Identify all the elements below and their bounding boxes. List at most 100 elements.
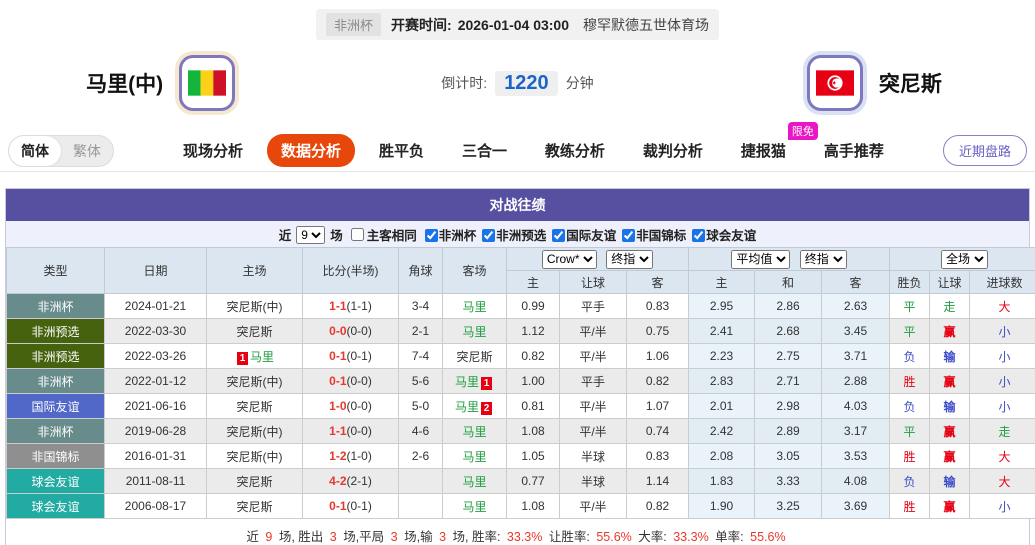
- summary-single-rate: 55.6%: [750, 530, 786, 544]
- halftime-score: (1-0): [346, 449, 372, 463]
- nav-tab-7[interactable]: 捷报猫 限免: [727, 122, 818, 167]
- col-result-handicap: 让球: [929, 270, 971, 294]
- near-label: 近: [278, 229, 292, 243]
- match-date: 2021-06-16: [104, 393, 207, 419]
- result-handicap: 赢: [929, 368, 971, 394]
- home-team-cell-name: 突尼斯: [236, 324, 273, 339]
- nav-tab-6[interactable]: 裁判分析: [629, 134, 717, 167]
- fulltime-score: 4-2: [329, 474, 347, 488]
- history-row: 非洲预选 2022-03-30 突尼斯 0-0(0-0) 2-1 马里 1.12 平/半 0.7…: [6, 318, 1035, 344]
- avg-draw-odds: 2.98: [754, 393, 823, 419]
- history-row: 国际友谊 2021-06-16 突尼斯 1-0(0-0) 5-0 马里 2 0.81 平/半 1.…: [6, 393, 1035, 419]
- away-team-cell: 马里: [442, 493, 507, 519]
- away-team-cell: 马里: [442, 293, 507, 319]
- handicap-line: 平/半: [559, 493, 627, 519]
- away-team-cell-name: 马里: [462, 449, 487, 464]
- competition-checkbox-1[interactable]: [424, 229, 438, 242]
- away-team-cell-name: 马里: [462, 499, 487, 514]
- h2h-filter-bar: 近 9 场 主客相同 非洲杯 非洲预选 国际友谊 非国锦标 球会友谊: [6, 221, 1029, 247]
- away-team-cell: 突尼斯: [442, 343, 507, 369]
- fulltime-score: 1-0: [329, 399, 347, 413]
- home-team-cell: 突尼斯: [206, 468, 303, 494]
- match-count-select[interactable]: 9: [296, 225, 326, 244]
- history-row: 球会友谊 2006-08-17 突尼斯 0-1(0-1) 马里 1.08 平/半 0.82 1.…: [6, 493, 1035, 519]
- handicap-home-odds: 0.81: [506, 393, 560, 419]
- kickoff-label: 开赛时间:: [391, 16, 452, 33]
- fulltime-score: 1-1: [329, 299, 347, 313]
- fulltime-score: 0-1: [329, 499, 347, 513]
- avg-draw-odds: 3.05: [754, 443, 823, 469]
- nav-tab-2[interactable]: 数据分析: [266, 134, 355, 167]
- score-cell: 1-1(0-0): [302, 418, 399, 444]
- result-outcome: 平: [889, 318, 931, 344]
- scope-select[interactable]: 全场: [941, 249, 989, 269]
- countdown-label: 倒计时:: [441, 75, 488, 91]
- col-avg-home: 主: [688, 270, 756, 294]
- avg-away-odds: 3.17: [821, 418, 891, 444]
- summary-text: 场, 胜率:: [452, 530, 501, 544]
- halftime-score: (2-1): [346, 474, 372, 488]
- avg-away-odds: 4.03: [821, 393, 891, 419]
- handicap-home-odds: 1.08: [506, 418, 560, 444]
- avg-away-odds: 2.63: [821, 293, 891, 319]
- handicap-line: 平/半: [559, 318, 627, 344]
- home-team-cell: 1 马里: [206, 343, 303, 369]
- lang-simplified-button[interactable]: 简体: [9, 135, 61, 166]
- bookmaker-select[interactable]: Crow*: [541, 249, 597, 269]
- h2h-table: 类型 日期 主场 比分(半场) 角球 客场 Crow* 终指 平均值 终指 全场: [6, 247, 1035, 519]
- competition-checkbox-2[interactable]: [482, 229, 496, 242]
- result-outcome: 负: [889, 343, 931, 369]
- bookmaker-stage-select[interactable]: 终指: [606, 249, 654, 269]
- halftime-score: (0-0): [346, 374, 372, 388]
- summary-text: 近: [246, 530, 259, 544]
- lang-traditional-button[interactable]: 繁体: [61, 136, 113, 166]
- same-venue-checkbox[interactable]: [350, 228, 364, 241]
- summary-text: 场, 胜出: [278, 530, 324, 544]
- fulltime-score: 0-0: [329, 324, 347, 338]
- handicap-selects-cell: Crow* 终指: [505, 247, 690, 271]
- language-toggle: 简体 繁体: [8, 134, 114, 167]
- competition-checkbox-4[interactable]: [622, 229, 636, 242]
- match-type: 非洲杯: [6, 368, 105, 394]
- history-tbody: 非洲杯 2024-01-21 突尼斯(中) 1-1(1-1) 3-4 马里 0.99 平手 0.…: [6, 293, 1035, 519]
- handicap-away-odds: 0.82: [625, 368, 690, 394]
- home-team-name: 马里(中): [86, 73, 164, 96]
- nav-tab-8[interactable]: 高手推荐: [810, 134, 898, 167]
- recent-trend-button[interactable]: 近期盘路: [942, 135, 1027, 166]
- result-handicap: 输: [929, 343, 971, 369]
- score-cell: 0-1(0-1): [302, 493, 399, 519]
- nav-tab-4[interactable]: 三合一: [448, 134, 521, 167]
- match-type: 非洲杯: [6, 293, 105, 319]
- home-team-cell: 突尼斯(中): [206, 293, 303, 319]
- col-odds-home: 主: [506, 270, 560, 294]
- avg-home-odds: 2.41: [688, 318, 756, 344]
- h2h-title: 对战往绩: [6, 189, 1029, 221]
- away-team-cell-name: 马里: [462, 324, 487, 339]
- result-goals: 小: [969, 343, 1035, 369]
- result-outcome: 负: [889, 468, 931, 494]
- summary-text: 单率:: [715, 530, 744, 544]
- score-cell: 4-2(2-1): [302, 468, 399, 494]
- nav-tab-1[interactable]: 现场分析: [169, 134, 257, 167]
- result-outcome: 胜: [889, 368, 931, 394]
- result-handicap: 赢: [929, 443, 971, 469]
- average-stage-select[interactable]: 终指: [799, 249, 847, 269]
- score-cell: 0-0(0-0): [302, 318, 399, 344]
- average-select[interactable]: 平均值: [731, 249, 791, 269]
- nav-tab-3[interactable]: 胜平负: [365, 134, 438, 167]
- history-row: 非洲杯 2022-01-12 突尼斯(中) 0-1(0-0) 5-6 马里 1 1.00 平手 0…: [6, 368, 1035, 394]
- handicap-away-odds: 1.06: [625, 343, 690, 369]
- summary-total: 9: [265, 530, 273, 544]
- handicap-home-odds: 1.05: [506, 443, 560, 469]
- away-team-cell: 马里: [442, 443, 507, 469]
- competition-checkbox-5[interactable]: [692, 229, 706, 242]
- home-team-cell-name: 突尼斯(中): [226, 374, 283, 389]
- fulltime-score: 0-1: [329, 374, 347, 388]
- handicap-away-odds: 1.07: [625, 393, 690, 419]
- result-goals: 大: [969, 293, 1035, 319]
- nav-tab-5[interactable]: 教练分析: [531, 134, 619, 167]
- competition-checkbox-3[interactable]: [552, 229, 566, 242]
- header-row-selects: 类型 日期 主场 比分(半场) 角球 客场 Crow* 终指 平均值 终指 全场: [6, 247, 1035, 294]
- col-odds-away: 客: [625, 270, 690, 294]
- competition-label-5: 球会友谊: [706, 229, 757, 243]
